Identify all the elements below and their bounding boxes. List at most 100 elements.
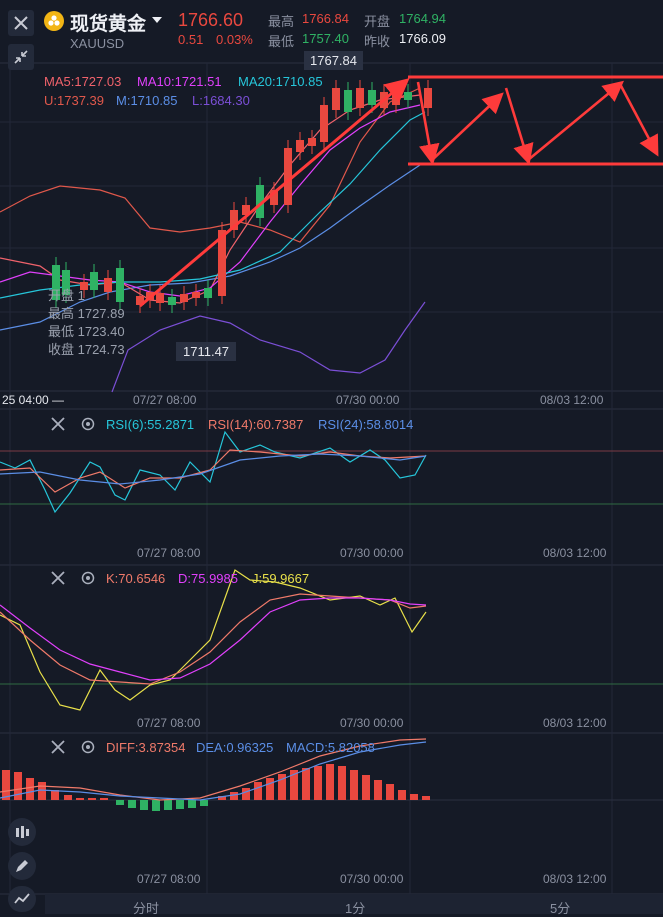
candle-body: [320, 105, 328, 142]
boll-mid-value: M:1710.85: [116, 93, 178, 108]
candle-body: [116, 268, 124, 302]
candle-body: [104, 278, 112, 292]
high-value: 1766.84: [302, 11, 349, 26]
pencil-icon: [16, 860, 28, 872]
macd-bar: [14, 772, 22, 800]
macd-bar: [254, 782, 262, 800]
candle-body: [344, 90, 352, 112]
rsi-xaxis-label-2: 07/30 00:00: [340, 546, 404, 560]
macd-bar: [176, 800, 184, 809]
macd-bar: [76, 798, 84, 800]
shrink-arrows-icon: [14, 50, 28, 64]
candle-body: [392, 94, 400, 105]
crosshair-time-label: 25 04:00 —: [2, 393, 65, 407]
chart-canvas: [0, 0, 663, 914]
tab-timeshare[interactable]: 分时: [133, 898, 159, 917]
tooltip-high: 最高 1727.89: [48, 306, 125, 321]
trough-price-label: 1711.47: [176, 342, 237, 361]
gold-coin-icon: [44, 11, 64, 31]
indicator-button[interactable]: [8, 886, 36, 912]
close-rsi-icon[interactable]: [50, 416, 66, 432]
close-macd-icon[interactable]: [50, 739, 66, 755]
candle-body: [90, 272, 98, 290]
rsi-xaxis-label-3: 08/03 12:00: [543, 546, 607, 560]
low-label: 最低: [268, 34, 295, 49]
main-xaxis-label-3: 08/03 12:00: [540, 393, 604, 407]
prev-close-value: 1766.09: [399, 31, 446, 46]
rsi24-value: RSI(24):58.8014: [318, 417, 414, 432]
candle-body: [404, 92, 412, 100]
last-price: 1766.60: [178, 10, 244, 30]
ma10-value: MA10:1721.51: [137, 74, 222, 89]
boll-lower-value: L:1684.30: [192, 93, 250, 108]
tooltip-close: 收盘 1724.73: [48, 342, 125, 357]
close-kdj-icon[interactable]: [50, 570, 66, 586]
collapse-button[interactable]: [8, 44, 34, 70]
close-icon: [14, 16, 28, 30]
main-xaxis-label-2: 07/30 00:00: [336, 393, 400, 407]
candle-body: [296, 140, 304, 152]
tab-5min[interactable]: 5分: [550, 898, 570, 917]
macd-bar: [374, 780, 382, 800]
macd-bar: [2, 770, 10, 800]
draw-tool-button[interactable]: [8, 852, 36, 880]
candle-body: [204, 288, 212, 298]
macd-bar: [200, 800, 208, 806]
candle-body: [308, 138, 316, 146]
low-value: 1757.40: [302, 31, 349, 46]
kdj-d-value: D:75.9985: [178, 571, 238, 586]
candle-body: [332, 88, 340, 110]
boll-upper-value: U:1737.39: [44, 93, 104, 108]
candle-body: [180, 294, 188, 302]
macd-bar: [152, 800, 160, 811]
rsi-xaxis-label-1: 07/27 08:00: [137, 546, 201, 560]
macd-bar: [116, 800, 124, 805]
macd-bar: [242, 788, 250, 800]
macd-value: MACD:5.82058: [286, 740, 375, 755]
candle-body: [368, 90, 376, 105]
candle-body: [424, 88, 432, 108]
macd-bar: [302, 768, 310, 800]
macd-xaxis-label-1: 07/27 08:00: [137, 872, 201, 886]
close-button[interactable]: [8, 10, 34, 36]
candlestick-icon: [16, 826, 29, 838]
macd-xaxis-label-2: 07/30 00:00: [340, 872, 404, 886]
chart-screen: 现货黄金 XAUUSD 1766.60 0.51 0.03% 最高 1766.8…: [0, 0, 663, 917]
high-label: 最高: [268, 14, 295, 29]
dropdown-caret-icon[interactable]: [152, 17, 162, 23]
instrument-title[interactable]: 现货黄金: [70, 9, 146, 36]
kdj-settings-gear-icon[interactable]: [80, 570, 96, 586]
tooltip-low: 最低 1723.40: [48, 324, 125, 339]
kdj-xaxis-label-3: 08/03 12:00: [543, 716, 607, 730]
kdj-j-value: J:59.9667: [252, 571, 310, 586]
rsi14-value: RSI(14):60.7387: [208, 417, 304, 432]
tab-1min[interactable]: 1分: [345, 898, 365, 917]
macd-bar: [398, 790, 406, 800]
kdj-k-value: K:70.6546: [106, 571, 166, 586]
macd-bar: [38, 782, 46, 800]
kdj-xaxis-label-1: 07/27 08:00: [137, 716, 201, 730]
ma5-value: MA5:1727.03: [44, 74, 122, 89]
macd-bar: [386, 784, 394, 800]
macd-bar: [314, 766, 322, 800]
macd-bar: [64, 795, 72, 800]
main-xaxis-label-1: 07/27 08:00: [133, 393, 197, 407]
macd-bar: [422, 796, 430, 800]
candle-style-button[interactable]: [8, 818, 36, 846]
rsi6-value: RSI(6):55.2871: [106, 417, 195, 432]
tooltip-open: 开盘 1: [48, 288, 85, 303]
instrument-symbol: XAUUSD: [70, 36, 125, 51]
macd-bar: [266, 778, 274, 800]
price-change: 0.51: [178, 32, 204, 47]
macd-xaxis-label-3: 08/03 12:00: [543, 872, 607, 886]
rsi-settings-gear-icon[interactable]: [80, 416, 96, 432]
open-value: 1764.94: [399, 11, 446, 26]
candle-body: [156, 293, 164, 303]
ma20-value: MA20:1710.85: [238, 74, 323, 89]
macd-settings-gear-icon[interactable]: [80, 739, 96, 755]
candle-body: [284, 148, 292, 205]
candle-body: [356, 88, 364, 108]
macd-bar: [100, 798, 108, 800]
macd-bar: [338, 766, 346, 800]
peak-price-label: 1767.84: [304, 51, 363, 70]
